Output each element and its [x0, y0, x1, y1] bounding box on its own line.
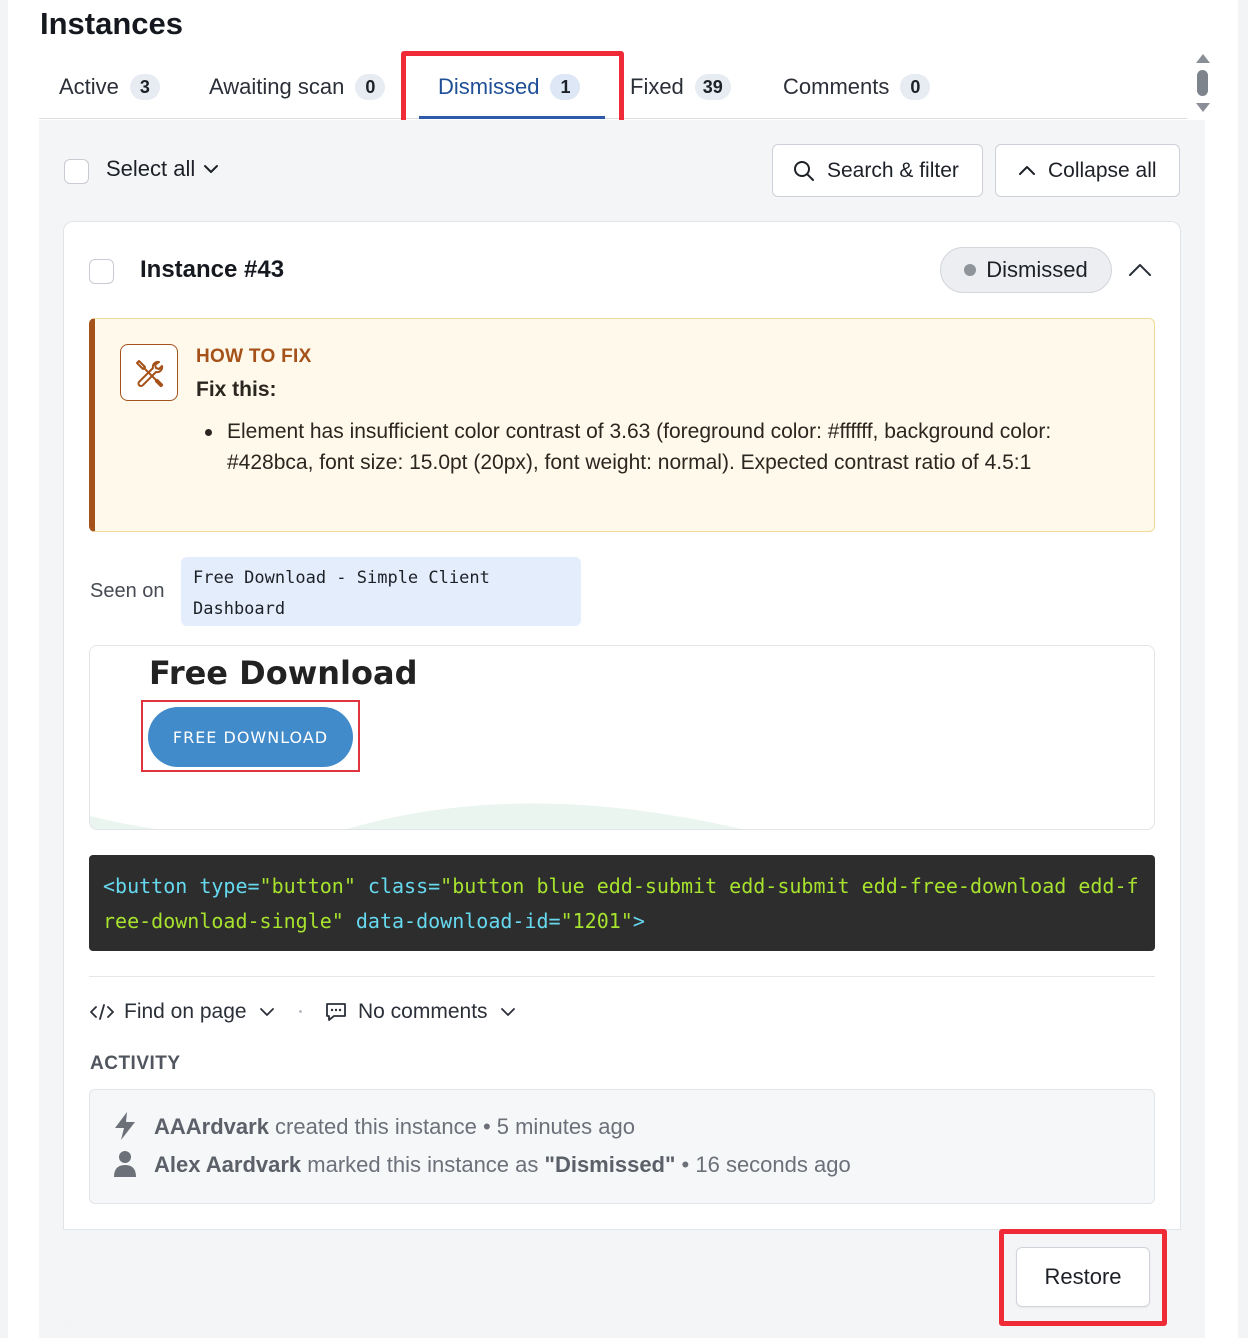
code-tag-close: >: [632, 909, 645, 933]
highlight-box-restore-button: [999, 1229, 1167, 1326]
page-title: Instances: [40, 6, 184, 41]
how-to-fix-item: Element has insufficient color contrast …: [204, 416, 1124, 478]
collapse-all-label: Collapse all: [1048, 158, 1157, 182]
tab-active[interactable]: Active 3: [59, 72, 160, 102]
status-badge: Dismissed: [940, 247, 1112, 293]
preview-heading: Free Download: [149, 654, 418, 692]
code-tag-open: <button: [103, 874, 188, 898]
instance-title: Instance #43: [140, 256, 285, 283]
find-on-page-dropdown[interactable]: Find on page: [89, 998, 275, 1026]
card-divider: [89, 976, 1155, 977]
comment-icon: [326, 1003, 346, 1021]
code-value: "1201": [560, 909, 633, 933]
code-attr: data-download-id=: [343, 909, 561, 933]
select-all-dropdown[interactable]: Select all: [106, 156, 219, 182]
page-edge-left: [0, 0, 8, 1338]
activity-heading: ACTIVITY: [90, 1053, 181, 1074]
element-preview: Free Download FREE DOWNLOAD: [89, 645, 1155, 830]
tab-label: Active: [59, 74, 119, 99]
status-label: Dismissed: [986, 257, 1088, 282]
select-all-label: Select all: [106, 156, 196, 181]
find-on-page-label: Find on page: [124, 1000, 247, 1023]
scrollbar-thumb[interactable]: [1197, 70, 1208, 96]
tools-icon: [120, 344, 178, 401]
element-code-snippet: <button type="button" class="button blue…: [89, 855, 1155, 951]
scroll-up-arrow-icon[interactable]: [1196, 54, 1210, 63]
search-filter-label: Search & filter: [827, 158, 959, 182]
tab-label: Fixed: [630, 74, 684, 99]
how-to-fix-subheading: Fix this:: [196, 378, 277, 401]
collapse-all-button[interactable]: Collapse all: [995, 144, 1180, 197]
status-dot: [964, 264, 977, 276]
code-value: "button": [259, 874, 356, 898]
scroll-down-arrow-icon[interactable]: [1196, 103, 1210, 112]
activity-item: AAArdvark created this instance • 5 minu…: [154, 1114, 635, 1140]
chevron-down-icon: [259, 1008, 274, 1016]
tab-fixed[interactable]: Fixed 39: [630, 72, 731, 102]
select-all-checkbox[interactable]: [64, 159, 89, 184]
activity-item: Alex Aardvark marked this instance as "D…: [154, 1152, 851, 1178]
preview-highlight-outline: [141, 700, 360, 772]
tab-comments[interactable]: Comments 0: [783, 72, 931, 102]
chevron-up-icon: [1019, 166, 1035, 175]
activity-log: [89, 1089, 1155, 1204]
tab-count-badge: 0: [355, 74, 386, 100]
chevron-up-icon[interactable]: [1127, 258, 1153, 282]
chevron-down-icon: [500, 1008, 515, 1016]
search-filter-button[interactable]: Search & filter: [772, 144, 983, 197]
activity-action: created this instance • 5 minutes ago: [268, 1114, 635, 1139]
tab-label: Awaiting scan: [209, 74, 345, 99]
comments-dropdown[interactable]: No comments: [324, 998, 516, 1026]
code-attr: class=: [355, 874, 441, 898]
seen-on-page-link[interactable]: Free Download - Simple Client Dashboard: [181, 557, 581, 626]
tab-label: Comments: [783, 74, 890, 99]
activity-actor: AAArdvark: [154, 1114, 269, 1139]
activity-action: marked this instance as: [301, 1152, 545, 1177]
chevron-down-icon: [204, 165, 219, 173]
tab-count-badge: 0: [900, 74, 931, 100]
lightning-icon: [115, 1112, 135, 1140]
instance-checkbox[interactable]: [89, 259, 114, 284]
activity-status: "Dismissed": [544, 1152, 676, 1177]
tab-awaiting-scan[interactable]: Awaiting scan 0: [209, 72, 386, 102]
tab-count-badge: 3: [129, 74, 160, 100]
search-icon: [794, 160, 814, 181]
how-to-fix-heading: HOW TO FIX: [196, 346, 312, 367]
seen-on-label: Seen on: [90, 580, 165, 602]
tab-count-badge: 39: [694, 74, 731, 100]
page-edge-right: [1238, 0, 1248, 1338]
activity-actor: Alex Aardvark: [154, 1152, 302, 1177]
user-icon: [114, 1151, 136, 1177]
code-attr: type=: [187, 874, 260, 898]
toolbar-separator-dot: [299, 1010, 302, 1013]
comments-label: No comments: [358, 1000, 488, 1023]
activity-time: • 16 seconds ago: [675, 1152, 851, 1177]
preview-background-wave: [90, 803, 742, 829]
code-icon: [90, 1004, 114, 1020]
